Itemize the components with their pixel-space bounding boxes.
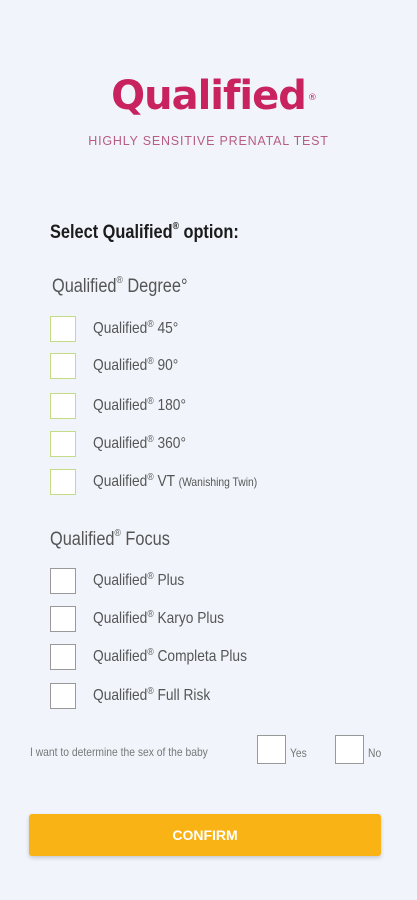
option-degree-180[interactable]: Qualified® 180°	[50, 392, 186, 420]
option-label: Qualified® 45°	[93, 319, 179, 338]
option-label-prefix: Qualified	[93, 687, 148, 704]
brand-logo: Qualified ®	[0, 72, 417, 120]
option-label-suffix: Karyo Plus	[153, 610, 225, 627]
sex-no-label: No	[368, 746, 382, 760]
option-label: Qualified® Full Risk	[93, 686, 211, 705]
checkbox-degree-360[interactable]	[50, 431, 76, 457]
option-label-suffix: 90°	[153, 357, 179, 374]
option-label-reg-mark: ®	[147, 647, 154, 658]
degree-title-prefix: Qualified	[52, 276, 117, 297]
focus-title-reg-mark: ®	[114, 528, 121, 539]
option-label-suffix: 45°	[153, 320, 179, 337]
option-label-prefix: Qualified	[93, 435, 148, 452]
brand-tagline: HIGHLY SENSITIVE PRENATAL TEST	[88, 134, 329, 148]
option-label-reg-mark: ®	[147, 319, 154, 330]
page-title: Select Qualified® option:	[50, 221, 239, 244]
option-label-prefix: Qualified	[93, 397, 148, 414]
option-label-suffix: 180°	[153, 397, 186, 414]
checkbox-degree-180[interactable]	[50, 393, 76, 419]
option-label-prefix: Qualified	[93, 610, 148, 627]
page-title-prefix: Select Qualified	[50, 222, 173, 243]
checkbox-focus-karyo-plus[interactable]	[50, 606, 76, 632]
option-label: Qualified® Plus	[93, 571, 185, 590]
degree-title-reg-mark: ®	[116, 275, 123, 286]
option-label-reg-mark: ®	[147, 686, 154, 697]
sex-no-checkbox[interactable]	[335, 735, 364, 764]
option-focus-plus[interactable]: Qualified® Plus	[50, 567, 184, 595]
checkbox-focus-completa-plus[interactable]	[50, 644, 76, 670]
option-label-prefix: Qualified	[93, 357, 148, 374]
option-label: Qualified® VT (Wanishing Twin)	[93, 472, 258, 491]
option-label-reg-mark: ®	[147, 609, 154, 620]
sex-determination-label: I want to determine the sex of the baby	[30, 745, 208, 759]
option-label-reg-mark: ®	[147, 472, 154, 483]
option-label-prefix: Qualified	[93, 572, 148, 589]
sex-yes-label: Yes	[290, 746, 307, 760]
focus-section-title: Qualified® Focus	[50, 528, 170, 551]
focus-title-prefix: Qualified	[50, 529, 115, 550]
option-label-suffix: Full Risk	[153, 687, 211, 704]
option-label-prefix: Qualified	[93, 473, 148, 490]
option-focus-karyo-plus[interactable]: Qualified® Karyo Plus	[50, 605, 224, 633]
option-label-suffix: Completa Plus	[153, 648, 247, 665]
page-title-suffix: option:	[178, 222, 239, 243]
sex-determination-row: I want to determine the sex of the baby …	[30, 735, 390, 765]
option-label-reg-mark: ®	[147, 571, 154, 582]
option-label: Qualified® 90°	[93, 356, 179, 375]
option-label-reg-mark: ®	[147, 356, 154, 367]
checkbox-degree-vt[interactable]	[50, 469, 76, 495]
focus-title-suffix: Focus	[120, 529, 170, 550]
logo-text: Qualified	[111, 73, 307, 119]
page-title-reg-mark: ®	[172, 221, 179, 232]
degree-title-suffix: Degree°	[122, 276, 188, 297]
option-label-suffix: 360°	[153, 435, 186, 452]
option-label-prefix: Qualified	[93, 648, 148, 665]
checkbox-focus-full-risk[interactable]	[50, 683, 76, 709]
option-label: Qualified® Completa Plus	[93, 647, 247, 666]
option-focus-full-risk[interactable]: Qualified® Full Risk	[50, 682, 210, 710]
option-label-reg-mark: ®	[147, 434, 154, 445]
option-label-note: (Wanishing Twin)	[178, 475, 258, 489]
option-degree-360[interactable]: Qualified® 360°	[50, 430, 186, 458]
option-label-prefix: Qualified	[93, 320, 148, 337]
option-label-reg-mark: ®	[147, 396, 154, 407]
option-label: Qualified® 180°	[93, 396, 186, 415]
option-label: Qualified® Karyo Plus	[93, 609, 225, 628]
checkbox-degree-45[interactable]	[50, 316, 76, 342]
logo-registered-mark: ®	[307, 93, 317, 103]
option-label-suffix: VT	[153, 473, 179, 490]
logo-wordmark: Qualified ®	[111, 72, 317, 120]
sex-yes-checkbox[interactable]	[257, 735, 286, 764]
option-label: Qualified® 360°	[93, 434, 186, 453]
option-focus-completa-plus[interactable]: Qualified® Completa Plus	[50, 643, 247, 671]
option-degree-90[interactable]: Qualified® 90°	[50, 352, 178, 380]
confirm-button[interactable]: CONFIRM	[29, 814, 381, 856]
checkbox-focus-plus[interactable]	[50, 568, 76, 594]
checkbox-degree-90[interactable]	[50, 353, 76, 379]
option-degree-45[interactable]: Qualified® 45°	[50, 315, 178, 343]
degree-section-title: Qualified® Degree°	[52, 275, 188, 298]
option-label-suffix: Plus	[153, 572, 185, 589]
option-degree-vt[interactable]: Qualified® VT (Wanishing Twin)	[50, 468, 257, 496]
